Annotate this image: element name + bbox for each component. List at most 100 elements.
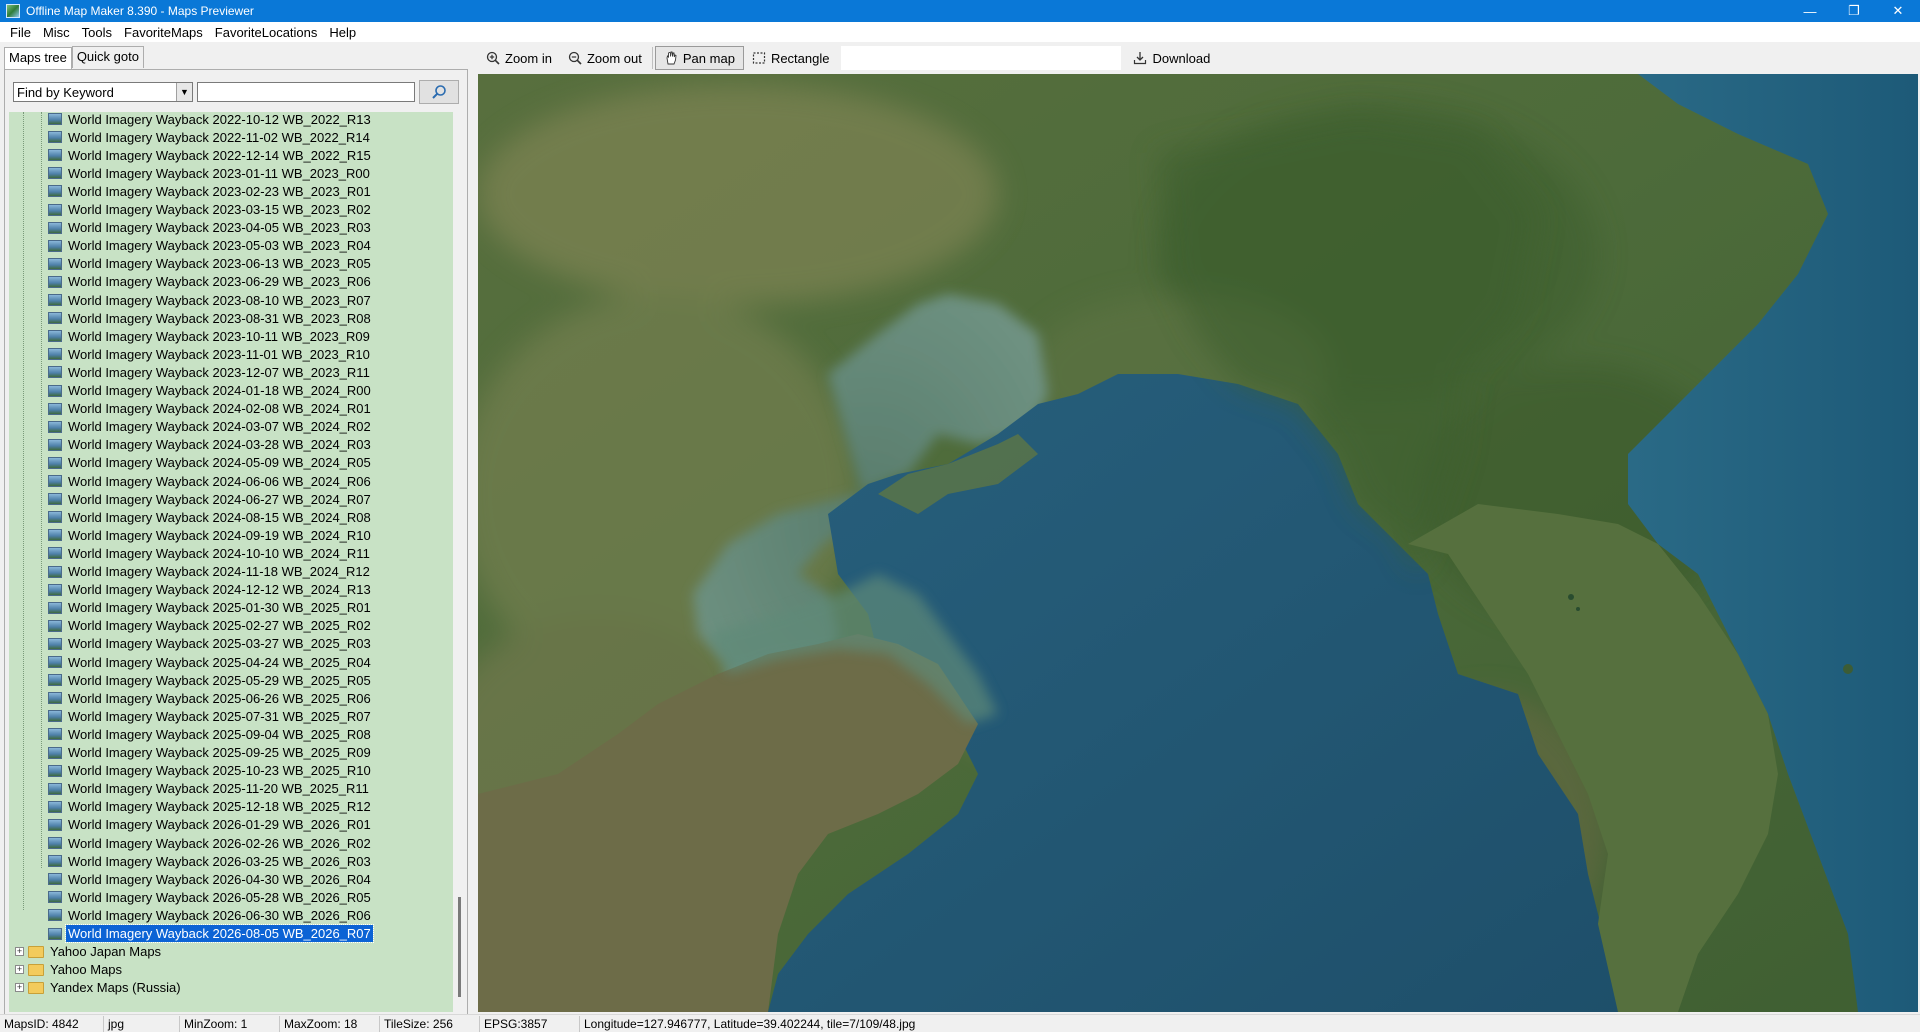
menu-help[interactable]: Help [323, 25, 362, 40]
zoom-out-button[interactable]: Zoom out [560, 46, 650, 70]
tree-item-map[interactable]: World Imagery Wayback 2023-04-05 WB_2023… [48, 219, 373, 237]
tree-item-map[interactable]: World Imagery Wayback 2024-03-07 WB_2024… [48, 418, 373, 436]
tree-item-label: World Imagery Wayback 2024-11-18 WB_2024… [68, 564, 370, 579]
tree-scrollbar[interactable] [453, 112, 467, 1012]
zoom-out-icon [568, 51, 582, 65]
tree-item-map[interactable]: World Imagery Wayback 2026-03-25 WB_2026… [48, 852, 373, 870]
menu-favorite-locations[interactable]: FavoriteLocations [209, 25, 324, 40]
zoom-in-button[interactable]: Zoom in [478, 46, 560, 70]
tree-item-label: World Imagery Wayback 2024-06-27 WB_2024… [68, 491, 371, 507]
tree-item-map[interactable]: World Imagery Wayback 2022-12-14 WB_2022… [48, 146, 373, 164]
map-layer-icon [48, 818, 62, 831]
tree-item-map[interactable]: World Imagery Wayback 2025-09-25 WB_2025… [48, 744, 373, 762]
tree-item-map[interactable]: World Imagery Wayback 2024-05-09 WB_2024… [48, 454, 373, 472]
tree-item-map[interactable]: World Imagery Wayback 2025-02-27 WB_2025… [48, 617, 373, 635]
chevron-down-icon[interactable]: ▼ [176, 83, 192, 101]
tree-item-map[interactable]: World Imagery Wayback 2023-06-13 WB_2023… [48, 255, 373, 273]
tree-item-map[interactable]: World Imagery Wayback 2024-11-18 WB_2024… [48, 563, 372, 581]
scrollbar-thumb[interactable] [458, 897, 461, 997]
tree-item-map[interactable]: World Imagery Wayback 2025-03-27 WB_2025… [48, 635, 373, 653]
tree-item-map[interactable]: World Imagery Wayback 2026-02-26 WB_2026… [48, 834, 373, 852]
tree-folder-label: Yandex Maps (Russia) [50, 980, 181, 996]
tree-folder-label: Yahoo Maps [50, 962, 123, 978]
map-layer-icon [48, 420, 62, 433]
tree-item-map[interactable]: World Imagery Wayback 2024-03-28 WB_2024… [48, 436, 373, 454]
tree-item-map[interactable]: World Imagery Wayback 2023-02-23 WB_2023… [48, 182, 373, 200]
tree-item-label: World Imagery Wayback 2023-02-23 WB_2023… [68, 183, 371, 199]
tree-item-map[interactable]: World Imagery Wayback 2026-08-05 WB_2026… [48, 924, 374, 943]
tab-maps-tree[interactable]: Maps tree [4, 47, 72, 69]
map-layer-icon [48, 891, 62, 904]
tree-item-map[interactable]: World Imagery Wayback 2024-06-27 WB_2024… [48, 490, 373, 508]
tree-item-map[interactable]: World Imagery Wayback 2026-01-29 WB_2026… [48, 816, 373, 834]
restore-icon[interactable]: ❐ [1832, 0, 1876, 22]
menu-file[interactable]: File [4, 25, 37, 40]
tree-item-map[interactable]: World Imagery Wayback 2024-10-10 WB_2024… [48, 544, 372, 562]
download-button[interactable]: Download [1125, 46, 1218, 70]
window-title: Offline Map Maker 8.390 - Maps Previewer [26, 4, 254, 18]
menu-tools[interactable]: Tools [76, 25, 118, 40]
minimize-icon[interactable]: — [1788, 0, 1832, 22]
maps-tree[interactable]: World Imagery Wayback 2022-10-12 WB_2022… [9, 112, 453, 1012]
tree-item-map[interactable]: World Imagery Wayback 2025-09-04 WB_2025… [48, 725, 373, 743]
pan-map-button[interactable]: Pan map [654, 46, 744, 70]
tree-item-map[interactable]: World Imagery Wayback 2025-07-31 WB_2025… [48, 707, 373, 725]
tree-item-map[interactable]: World Imagery Wayback 2023-03-15 WB_2023… [48, 201, 373, 219]
tree-item-map[interactable]: World Imagery Wayback 2023-05-03 WB_2023… [48, 237, 373, 255]
tree-folder[interactable]: + Yahoo Japan Maps [15, 943, 163, 961]
tree-item-map[interactable]: World Imagery Wayback 2023-11-01 WB_2023… [48, 345, 372, 363]
expand-icon[interactable]: + [15, 965, 24, 975]
tree-item-label: World Imagery Wayback 2023-11-01 WB_2023… [68, 346, 370, 362]
map-layer-icon [48, 275, 62, 288]
tree-item-map[interactable]: World Imagery Wayback 2023-12-07 WB_2023… [48, 363, 372, 381]
tree-item-map[interactable]: World Imagery Wayback 2026-06-30 WB_2026… [48, 906, 373, 924]
tree-item-map[interactable]: World Imagery Wayback 2025-10-23 WB_2025… [48, 762, 373, 780]
tree-item-label: World Imagery Wayback 2025-12-18 WB_2025… [68, 799, 371, 815]
map-layer-icon [48, 529, 62, 542]
tree-item-map[interactable]: World Imagery Wayback 2025-01-30 WB_2025… [48, 599, 373, 617]
tree-item-map[interactable]: World Imagery Wayback 2025-11-20 WB_2025… [48, 780, 371, 798]
toolbar-separator [651, 47, 653, 69]
tree-item-label: World Imagery Wayback 2026-04-30 WB_2026… [68, 871, 371, 887]
menu-favorite-maps[interactable]: FavoriteMaps [118, 25, 209, 40]
close-icon[interactable]: ✕ [1876, 0, 1920, 22]
tree-item-map[interactable]: World Imagery Wayback 2022-11-02 WB_2022… [48, 128, 372, 146]
tree-item-label: World Imagery Wayback 2026-02-26 WB_2026… [68, 835, 371, 851]
tree-item-map[interactable]: World Imagery Wayback 2023-10-11 WB_2023… [48, 327, 372, 345]
expand-icon[interactable]: + [15, 983, 24, 993]
tree-item-map[interactable]: World Imagery Wayback 2023-06-29 WB_2023… [48, 273, 373, 291]
tree-item-map[interactable]: World Imagery Wayback 2023-01-11 WB_2023… [48, 164, 372, 182]
rectangle-select-icon [752, 52, 766, 64]
tree-item-map[interactable]: World Imagery Wayback 2025-05-29 WB_2025… [48, 671, 373, 689]
tree-item-label: World Imagery Wayback 2023-06-29 WB_2023… [68, 274, 371, 290]
tree-item-map[interactable]: World Imagery Wayback 2024-02-08 WB_2024… [48, 400, 373, 418]
find-mode-select[interactable]: Find by Keyword ▼ [13, 82, 193, 102]
tree-item-map[interactable]: World Imagery Wayback 2024-01-18 WB_2024… [48, 382, 373, 400]
status-max-zoom: MaxZoom: 18 [280, 1015, 380, 1032]
menu-misc[interactable]: Misc [37, 25, 76, 40]
search-button[interactable] [419, 80, 459, 104]
tree-item-map[interactable]: World Imagery Wayback 2026-04-30 WB_2026… [48, 870, 373, 888]
expand-icon[interactable]: + [15, 947, 24, 957]
tree-item-map[interactable]: World Imagery Wayback 2023-08-31 WB_2023… [48, 309, 373, 327]
tab-quick-goto[interactable]: Quick goto [71, 46, 144, 68]
tree-item-map[interactable]: World Imagery Wayback 2023-08-10 WB_2023… [48, 291, 373, 309]
tree-item-map[interactable]: World Imagery Wayback 2024-12-12 WB_2024… [48, 581, 373, 599]
tree-item-map[interactable]: World Imagery Wayback 2025-12-18 WB_2025… [48, 798, 373, 816]
tree-folder[interactable]: + Yahoo Maps [15, 961, 124, 979]
tree-item-map[interactable]: World Imagery Wayback 2025-06-26 WB_2025… [48, 689, 373, 707]
tree-item-map[interactable]: World Imagery Wayback 2026-05-28 WB_2026… [48, 888, 373, 906]
tree-folder[interactable]: + Yandex Maps (Russia) [15, 979, 183, 997]
folder-icon [28, 945, 44, 958]
zoom-in-icon [486, 51, 500, 65]
tree-item-map[interactable]: World Imagery Wayback 2025-04-24 WB_2025… [48, 653, 373, 671]
tree-item-map[interactable]: World Imagery Wayback 2024-06-06 WB_2024… [48, 472, 373, 490]
menu-bar: File Misc Tools FavoriteMaps FavoriteLoc… [0, 22, 1920, 42]
tree-item-map[interactable]: World Imagery Wayback 2024-09-19 WB_2024… [48, 526, 373, 544]
map-view[interactable] [478, 74, 1918, 1012]
tree-item-map[interactable]: World Imagery Wayback 2024-08-15 WB_2024… [48, 508, 373, 526]
tree-item-map[interactable]: World Imagery Wayback 2022-10-12 WB_2022… [48, 112, 373, 128]
rectangle-button[interactable]: Rectangle [744, 46, 838, 70]
map-layer-icon [48, 185, 62, 198]
keyword-search-input[interactable] [197, 82, 415, 102]
